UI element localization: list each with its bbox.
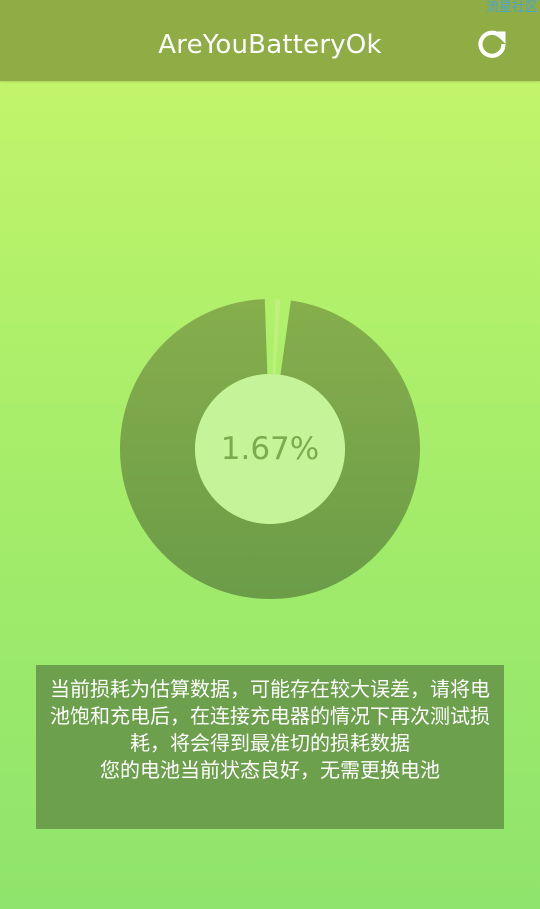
refresh-button[interactable] [474,26,510,62]
donut-slice-loss [272,299,281,375]
loss-percentage-label: 1.67% [220,431,320,467]
battery-status-message: 当前损耗为估算数据，可能存在较大误差，请将电池饱和充电后，在连接充电器的情况下再… [36,665,504,829]
app-title: AreYouBatteryOk [158,30,382,60]
estimate-notice-text: 当前损耗为估算数据，可能存在较大误差，请将电池饱和充电后，在连接充电器的情况下再… [50,677,490,755]
watermark: 流星社区 [485,0,538,15]
battery-loss-donut-chart: 1.67% [120,299,420,599]
top-app-bar: AreYouBatteryOk [0,0,540,81]
battery-status-text: 您的电池当前状态良好，无需更换电池 [100,758,440,782]
refresh-icon [478,30,506,58]
